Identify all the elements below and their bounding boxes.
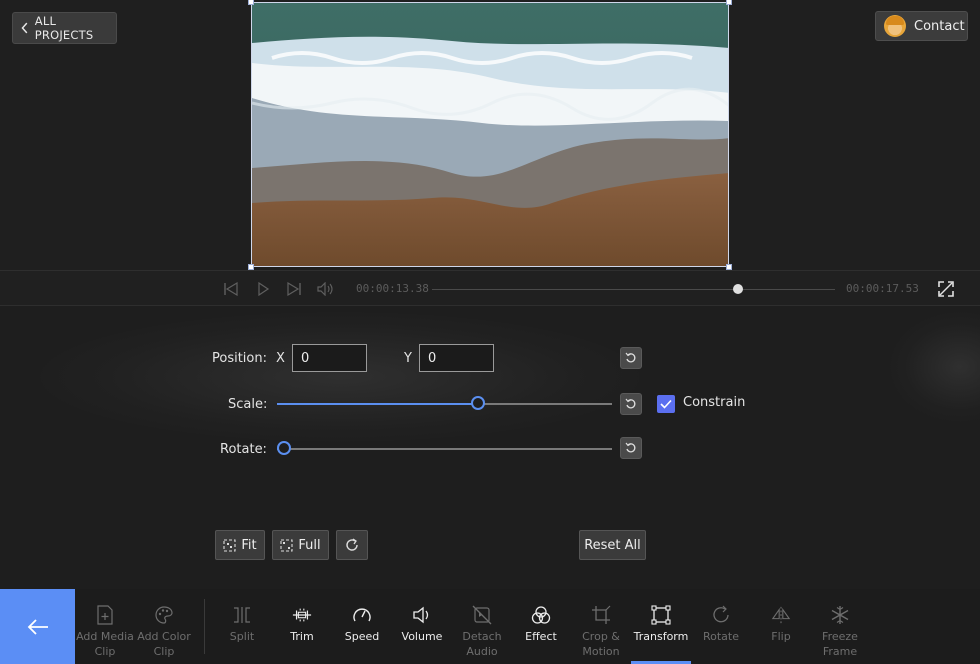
reset-icon	[625, 352, 636, 363]
palette-icon	[154, 605, 174, 625]
tool-label: Split	[229, 630, 255, 643]
detach-audio-icon	[472, 605, 492, 625]
total-time: 00:00:17.53	[846, 282, 919, 295]
rotate-icon	[711, 605, 731, 625]
refresh-button[interactable]	[336, 530, 368, 560]
tool-transform[interactable]: Transform	[631, 589, 691, 664]
fit-label: Fit	[241, 537, 257, 553]
full-button[interactable]: Full	[272, 530, 329, 560]
x-label: X	[276, 351, 285, 366]
play-icon[interactable]	[254, 280, 272, 298]
full-icon	[280, 538, 293, 552]
preview-area: ALL PROJECTS Contact	[0, 0, 980, 270]
scale-label: Scale:	[228, 397, 268, 412]
tool-label: Effect	[525, 630, 557, 643]
tool-flip[interactable]: Flip	[751, 589, 811, 664]
video-preview[interactable]	[251, 2, 729, 267]
volume-icon[interactable]	[316, 280, 334, 298]
position-y-input[interactable]	[419, 344, 494, 372]
arrow-left-icon	[27, 618, 48, 635]
checkmark-icon	[660, 399, 672, 409]
fit-button[interactable]: Fit	[215, 530, 265, 560]
tool-label: Flip	[771, 630, 791, 643]
reset-icon	[625, 442, 636, 453]
position-x-input[interactable]	[292, 344, 367, 372]
full-label: Full	[298, 537, 321, 553]
fullscreen-icon[interactable]	[936, 279, 956, 299]
tool-add-color-clip[interactable]: Add Color Clip	[134, 589, 194, 664]
avatar-icon	[884, 15, 906, 37]
panel-texture-right	[890, 312, 980, 422]
speed-icon	[352, 605, 372, 625]
rotate-slider-thumb[interactable]	[277, 441, 291, 455]
all-projects-button[interactable]: ALL PROJECTS	[12, 12, 117, 44]
timeline-track[interactable]	[432, 289, 835, 290]
position-label: Position:	[212, 351, 267, 366]
tool-trim[interactable]: Trim	[272, 589, 332, 664]
transform-icon	[651, 605, 671, 625]
reset-all-button[interactable]: Reset All	[579, 530, 646, 560]
crop-icon	[591, 605, 611, 625]
volume-icon	[412, 605, 432, 625]
tool-add-media-clip[interactable]: Add Media Clip	[75, 589, 135, 664]
resize-handle-top-left[interactable]	[248, 0, 254, 5]
rotate-slider-track[interactable]	[277, 448, 612, 450]
tool-label: Transform	[633, 630, 689, 643]
tool-label: Detach Audio	[462, 630, 502, 658]
tool-crop-motion[interactable]: Crop & Motion	[571, 589, 631, 664]
constrain-label: Constrain	[683, 395, 746, 410]
contact-button[interactable]: Contact	[875, 11, 968, 41]
reset-rotate-button[interactable]	[620, 437, 642, 459]
beach-video-frame	[252, 3, 728, 266]
contact-label: Contact	[914, 18, 965, 34]
tool-label: Volume	[401, 630, 443, 643]
reset-all-label: Reset All	[584, 537, 641, 553]
tool-label: Add Color Clip	[137, 630, 191, 658]
reset-icon	[625, 398, 636, 409]
panel-texture	[40, 312, 640, 442]
tool-label: Freeze Frame	[822, 630, 858, 658]
skip-to-start-icon[interactable]	[222, 280, 240, 298]
timeline-thumb[interactable]	[733, 284, 744, 294]
current-time: 00:00:13.38	[356, 282, 429, 295]
tool-speed[interactable]: Speed	[332, 589, 392, 664]
toolbar-divider	[204, 599, 205, 654]
trim-icon	[292, 605, 312, 625]
tool-label: Crop & Motion	[582, 630, 620, 658]
transform-panel: Position: X Y Scale: Constrain Rotate: F…	[0, 306, 980, 589]
chevron-left-icon	[21, 22, 28, 34]
skip-to-end-icon[interactable]	[285, 280, 303, 298]
tool-rotate[interactable]: Rotate	[691, 589, 751, 664]
resize-handle-top-right[interactable]	[726, 0, 732, 5]
tool-label: Trim	[290, 630, 314, 643]
tool-freeze-frame[interactable]: Freeze Frame	[810, 589, 870, 664]
scale-slider-fill	[277, 403, 478, 405]
fit-icon	[223, 538, 236, 552]
flip-icon	[771, 605, 791, 625]
scale-slider-thumb[interactable]	[471, 396, 485, 410]
tool-label: Add Media Clip	[76, 630, 134, 658]
tool-effect[interactable]: Effect	[511, 589, 571, 664]
effect-icon	[531, 605, 551, 625]
snowflake-icon	[830, 605, 850, 625]
tool-volume[interactable]: Volume	[392, 589, 452, 664]
y-label: Y	[404, 351, 412, 366]
constrain-checkbox[interactable]	[657, 395, 675, 413]
rotate-label: Rotate:	[220, 442, 267, 457]
reset-scale-button[interactable]	[620, 393, 642, 415]
bottom-toolbar: Add Media Clip Add Color Clip Split Trim…	[0, 589, 980, 664]
back-button[interactable]	[0, 589, 75, 664]
tool-split[interactable]: Split	[212, 589, 272, 664]
all-projects-label: ALL PROJECTS	[34, 14, 94, 42]
tool-detach-audio[interactable]: Detach Audio	[452, 589, 512, 664]
add-media-icon	[95, 605, 115, 625]
split-icon	[232, 605, 252, 625]
tool-label: Speed	[344, 630, 380, 643]
reset-position-button[interactable]	[620, 347, 642, 369]
tool-label: Rotate	[702, 630, 739, 643]
playback-bar: 00:00:13.38 00:00:17.53	[0, 270, 980, 306]
refresh-icon	[346, 538, 358, 551]
